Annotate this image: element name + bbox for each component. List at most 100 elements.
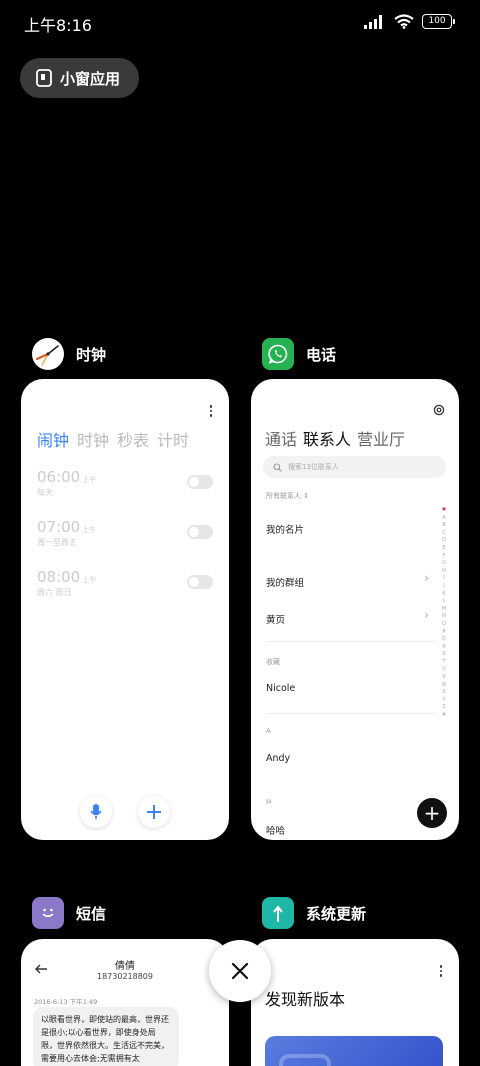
yellow-pages-item[interactable]: 黄页 <box>266 612 285 626</box>
wifi-icon <box>394 14 414 29</box>
tab-stopwatch[interactable]: 秒表 <box>117 427 149 451</box>
my-card-item[interactable]: 我的名片 <box>266 522 304 536</box>
tab-timer[interactable]: 计时 <box>157 427 189 451</box>
phone-app-card[interactable]: 通话 联系人 营业厅 搜索13位联系人 所有联系人 ⇕ 我的名片 我的群组 › … <box>251 379 459 840</box>
microphone-icon <box>90 804 102 819</box>
alarm-time: 08:00 <box>37 568 81 586</box>
alphabet-index-letter[interactable]: A <box>442 515 445 523</box>
alphabet-index-letter[interactable]: P <box>442 629 445 637</box>
alphabet-index-letter[interactable]: V <box>442 674 445 682</box>
alphabet-index-letter[interactable]: H <box>442 568 446 576</box>
more-options-icon[interactable] <box>209 405 212 417</box>
contact-item[interactable]: 哈哈 <box>266 823 285 837</box>
clock-tabs: 闹钟 时钟 秒表 计时 <box>37 427 189 451</box>
alarm-repeat: 周六 周日 <box>37 588 72 597</box>
alphabet-index-letter[interactable]: U <box>442 666 446 674</box>
alphabet-index-letter[interactable]: ♥ <box>442 507 446 515</box>
chevron-right-icon: › <box>424 608 429 622</box>
contact-search-input[interactable]: 搜索13位联系人 <box>263 456 446 478</box>
plus-icon: + <box>423 801 441 825</box>
update-app-card[interactable]: 发现新版本 <box>251 939 459 1066</box>
status-bar: 上午8:16 100 <box>0 0 480 46</box>
sort-icon: ⇕ <box>303 492 310 500</box>
alarm-time: 07:00 <box>37 518 81 536</box>
alphabet-index-letter[interactable]: L <box>443 598 446 606</box>
alarm-toggle[interactable] <box>187 475 213 489</box>
alphabet-index-letter[interactable]: F <box>443 553 446 561</box>
contact-item[interactable]: Andy <box>266 753 290 764</box>
phone-app-name: 电话 <box>306 345 337 364</box>
alphabet-index-letter[interactable]: C <box>442 530 446 538</box>
sms-app-header[interactable]: 短信 <box>32 897 106 929</box>
tab-alarm[interactable]: 闹钟 <box>37 427 69 451</box>
alphabet-index-letter[interactable]: T <box>442 659 445 667</box>
alphabet-index-letter[interactable]: M <box>442 606 446 614</box>
alphabet-index-letter[interactable]: J <box>443 583 444 591</box>
alarm-toggle[interactable] <box>187 575 213 589</box>
alarm-ampm: 上午 <box>82 576 97 584</box>
alphabet-index-letter[interactable]: D <box>442 537 446 545</box>
alarm-ampm: 上午 <box>82 526 97 534</box>
tab-contacts[interactable]: 联系人 <box>303 426 351 450</box>
update-app-header[interactable]: 系统更新 <box>262 897 366 929</box>
small-window-button[interactable]: 小窗应用 <box>20 58 139 98</box>
alphabet-index-letter[interactable]: B <box>442 522 445 530</box>
search-placeholder: 搜索13位联系人 <box>288 463 339 471</box>
alarm-time: 06:00 <box>37 468 81 486</box>
alphabet-index-letter[interactable]: R <box>442 644 445 652</box>
alarm-repeat: 周一至周五 <box>37 538 77 547</box>
alphabet-index-letter[interactable]: N <box>442 613 446 621</box>
tab-calls[interactable]: 通话 <box>265 426 297 450</box>
add-alarm-button[interactable] <box>138 796 170 828</box>
alarm-ampm: 上午 <box>82 476 97 484</box>
contact-item[interactable]: Nicole <box>266 683 295 694</box>
add-contact-button[interactable]: + <box>417 798 447 828</box>
alphabet-index-letter[interactable]: G <box>442 560 446 568</box>
alphabet-index-letter[interactable]: I <box>443 575 444 583</box>
my-groups-item[interactable]: 我的群组 <box>266 575 304 589</box>
alphabet-index-letter[interactable]: E <box>442 545 445 553</box>
alphabet-index-letter[interactable]: Q <box>442 636 446 644</box>
sms-app-icon <box>32 897 64 929</box>
whatsapp-icon <box>262 338 294 370</box>
alphabet-index[interactable]: ♥ A B C D E F G H I J K L M N O P Q R S T U V W X Y Z # <box>439 507 449 720</box>
alphabet-index-letter[interactable]: K <box>442 591 445 599</box>
all-contacts-label: 所有联系人 <box>266 492 301 500</box>
all-contacts-filter[interactable]: 所有联系人 ⇕ <box>266 491 309 501</box>
alphabet-index-letter[interactable]: X <box>442 689 445 697</box>
status-icons: 100 <box>364 14 455 29</box>
alarm-toggle[interactable] <box>187 525 213 539</box>
alphabet-index-letter[interactable]: O <box>442 621 446 629</box>
alphabet-index-letter[interactable]: S <box>442 651 445 659</box>
favorites-header: 收藏 <box>266 658 280 666</box>
sms-app-name: 短信 <box>76 904 107 923</box>
divider <box>266 713 436 714</box>
sms-contact-name: 倩倩 <box>115 961 135 972</box>
small-window-label: 小窗应用 <box>60 69 121 88</box>
settings-icon[interactable] <box>433 404 445 416</box>
status-time: 上午8:16 <box>24 16 92 35</box>
more-options-icon[interactable] <box>439 965 442 977</box>
clock-app-header[interactable]: 时钟 <box>32 338 106 370</box>
tab-service-hall[interactable]: 营业厅 <box>357 426 405 450</box>
small-window-icon <box>36 69 52 87</box>
alphabet-index-letter[interactable]: # <box>442 712 446 720</box>
phone-tabs: 通话 联系人 营业厅 <box>265 426 405 450</box>
tab-clock[interactable]: 时钟 <box>77 427 109 451</box>
clock-app-card[interactable]: 闹钟 时钟 秒表 计时 06:00 上午 每天 07:00 上午 周一至周五 08:… <box>21 379 229 840</box>
alarm-item[interactable]: 08:00 上午 周六 周日 <box>37 567 213 603</box>
update-banner <box>265 1036 443 1066</box>
alphabet-index-letter[interactable]: Z <box>442 704 445 712</box>
signal-icon <box>364 14 382 29</box>
alarm-item[interactable]: 07:00 上午 周一至周五 <box>37 517 213 553</box>
alarm-repeat: 每天 <box>37 488 53 497</box>
battery-icon: 100 <box>422 14 455 29</box>
sms-app-card[interactable]: 倩倩 18730218809 2016-6-13 下午1:49 以眼看世界，即使… <box>21 939 229 1066</box>
phone-app-header[interactable]: 电话 <box>262 338 336 370</box>
alphabet-index-letter[interactable]: W <box>442 682 447 690</box>
alphabet-index-letter[interactable]: Y <box>442 697 445 705</box>
close-icon <box>231 962 249 980</box>
alarm-item[interactable]: 06:00 上午 每天 <box>37 467 213 503</box>
clear-all-button[interactable] <box>209 940 271 1002</box>
voice-button[interactable] <box>80 796 112 828</box>
